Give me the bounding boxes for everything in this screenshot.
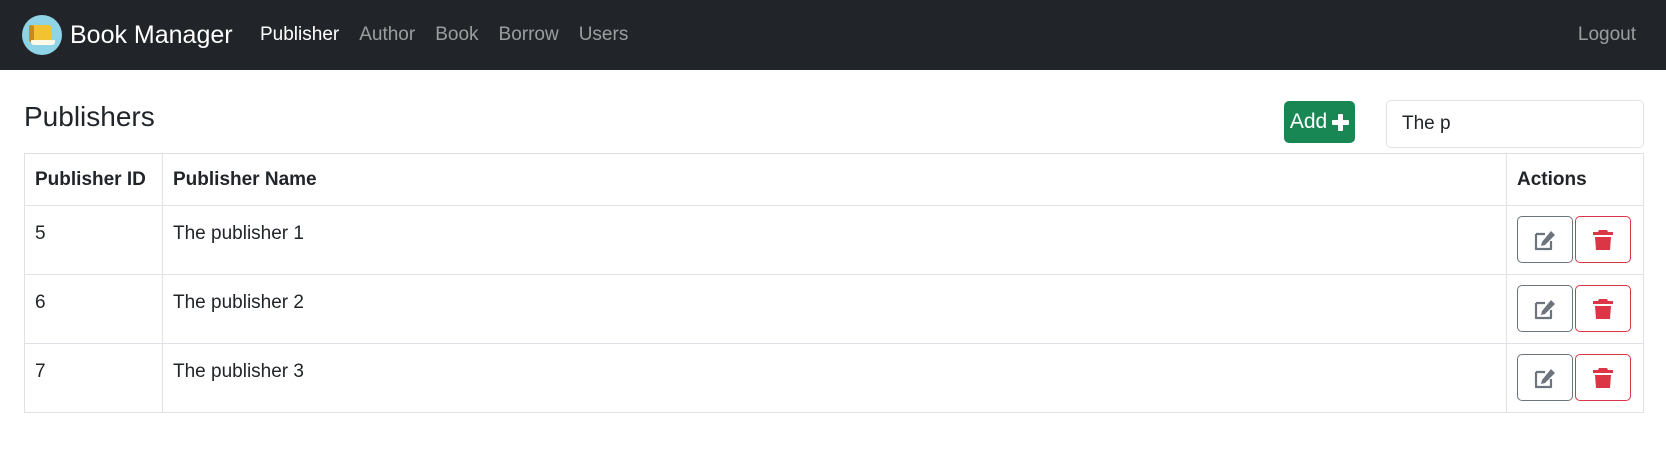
edit-icon: [1534, 369, 1555, 389]
publisher-id-cell: 5: [24, 205, 163, 275]
table-header-row: Publisher ID Publisher Name Actions: [24, 153, 1644, 206]
edit-button[interactable]: [1517, 285, 1573, 332]
edit-icon: [1534, 300, 1555, 320]
table-row: 7 The publisher 3: [24, 343, 1644, 413]
trash-icon: [1593, 299, 1613, 319]
nav-item-book[interactable]: Book: [435, 24, 478, 46]
add-button-label: Add: [1289, 110, 1328, 133]
logout-link[interactable]: Logout: [1578, 0, 1636, 70]
search-input[interactable]: [1386, 100, 1644, 148]
nav-item-publisher[interactable]: Publisher: [260, 24, 339, 46]
trash-icon: [1593, 368, 1613, 388]
delete-button[interactable]: [1575, 285, 1631, 332]
publisher-name-cell: The publisher 3: [162, 343, 1507, 413]
nav-item-author[interactable]: Author: [359, 24, 415, 46]
plus-icon: [1332, 113, 1350, 131]
header-publisher-name: Publisher Name: [162, 153, 1507, 206]
add-button[interactable]: Add: [1284, 101, 1355, 143]
page-title: Publishers: [24, 101, 155, 132]
publisher-id-cell: 6: [24, 274, 163, 344]
nav-links: Publisher Author Book Borrow Users: [260, 0, 648, 70]
edit-icon: [1534, 231, 1555, 251]
navbar: Book Manager Publisher Author Book Borro…: [0, 0, 1666, 70]
nav-item-users[interactable]: Users: [579, 24, 629, 46]
edit-button[interactable]: [1517, 354, 1573, 401]
publisher-id-cell: 7: [24, 343, 163, 413]
book-logo-icon: [22, 15, 62, 55]
table-row: 5 The publisher 1: [24, 205, 1644, 275]
actions-cell: [1506, 205, 1644, 275]
trash-icon: [1593, 230, 1613, 250]
delete-button[interactable]: [1575, 216, 1631, 263]
actions-cell: [1506, 274, 1644, 344]
table-row: 6 The publisher 2: [24, 274, 1644, 344]
delete-button[interactable]: [1575, 354, 1631, 401]
publishers-table: Publisher ID Publisher Name Actions 5 Th…: [24, 153, 1644, 413]
nav-item-borrow[interactable]: Borrow: [499, 24, 559, 46]
publisher-name-cell: The publisher 1: [162, 205, 1507, 275]
edit-button[interactable]: [1517, 216, 1573, 263]
brand-title: Book Manager: [70, 20, 233, 49]
header-actions: Actions: [1506, 153, 1644, 206]
header-publisher-id: Publisher ID: [24, 153, 163, 206]
brand[interactable]: Book Manager: [22, 15, 233, 55]
actions-cell: [1506, 343, 1644, 413]
publisher-name-cell: The publisher 2: [162, 274, 1507, 344]
